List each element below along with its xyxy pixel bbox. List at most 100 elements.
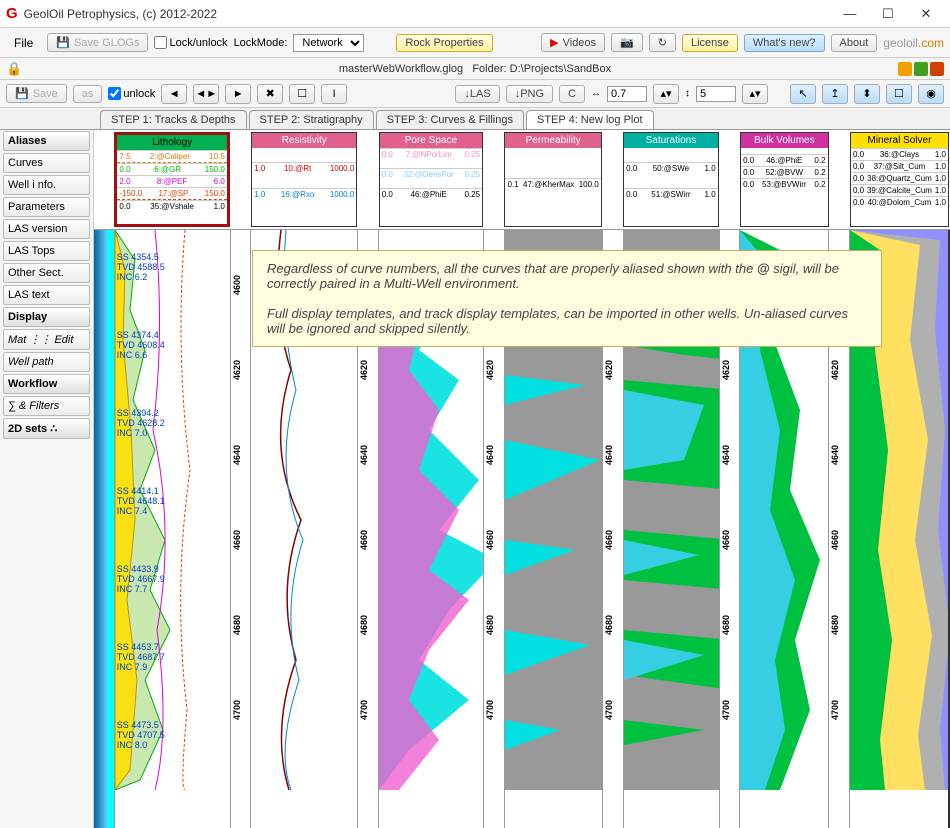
depth-label: 4700 [232,700,242,720]
depth-label: 4700 [721,700,731,720]
sidebar-wellinfo[interactable]: Well i nfo. [3,175,90,195]
track-head-lithology[interactable]: Lithology 7.52:@Caliper10.5 0.06:@GR150.… [114,132,229,227]
rock-properties-button[interactable]: Rock Properties [396,34,492,52]
depth-label: 4640 [721,445,731,465]
depth-label: 4680 [485,615,495,635]
save-as-button[interactable]: as [73,85,103,103]
vscale-spin[interactable]: ▴▾ [742,84,768,104]
arrow-leftright-button[interactable]: ◄► [193,84,219,104]
about-button[interactable]: About [831,34,878,52]
sidebar-parameters[interactable]: Parameters [3,197,90,217]
depth-label: 4660 [721,530,731,550]
track-head-permeability[interactable]: Permeability 0.147:@KherMax100.0 [504,132,601,227]
track-head-mineralsolver[interactable]: Mineral Solver 0.036:@Clays1.0 0.037:@Si… [850,132,949,227]
vscale-input[interactable] [696,86,736,102]
close-icon[interactable] [930,62,944,76]
min-icon[interactable] [898,62,912,76]
window-icons[interactable] [898,62,944,76]
depth-label: 4700 [359,700,369,720]
lockunlock-checkbox[interactable]: Lock/unlock [154,36,227,49]
folder-path: D:\Projects\SandBox [510,63,612,75]
unlock-checkbox[interactable]: unlock [108,87,155,100]
depth-label: 4600 [232,275,242,295]
sidebar-othersect[interactable]: Other Sect. [3,263,90,283]
export-png-button[interactable]: ↓PNG [506,85,553,103]
track-head-resistivity[interactable]: Resistivity 1.010:@Rt1000.0 1.016:@Rxo10… [251,132,357,227]
track-head-bulkvolumes[interactable]: Bulk Volumes 0.046:@PhiE0.2 0.052:@BVW0.… [740,132,828,227]
app-logo-icon: G [6,5,18,22]
filename: masterWebWorkflow.glog [339,63,463,75]
sidebar-matedit[interactable]: Mat ⋮⋮ Edit [3,329,90,350]
sidebar-lastext[interactable]: LAS text [3,285,90,305]
well-marker: SS 4374.4TVD 4608.4INC 6.6 [117,330,165,360]
sidebar-2dsets[interactable]: 2D sets ∴ [3,418,90,439]
track-head-porespace[interactable]: Pore Space 0.07:@NPorLim0.25 0.032:@Dens… [379,132,483,227]
well-marker: SS 4414.1TVD 4648.1INC 7.4 [117,486,165,516]
lock-icon[interactable]: 🔒 [6,61,22,77]
depth-axis-1: 460046204640466046804700 [231,230,251,828]
depth-label: 4660 [485,530,495,550]
sidebar-wellpath[interactable]: Well path [3,352,90,372]
file-menu[interactable]: File [6,33,41,53]
arrow-right-button[interactable]: ► [225,84,251,104]
minimize-button[interactable]: — [832,3,868,25]
tab-step1[interactable]: STEP 1: Tracks & Depths [100,110,247,129]
well-marker: SS 4394.2TVD 4628.2INC 7.0 [117,408,165,438]
tool-b-button[interactable]: ↥ [822,84,848,104]
sidebar-lasversion[interactable]: LAS version [3,219,90,239]
maximize-button[interactable]: ☐ [870,3,906,25]
max-icon[interactable] [914,62,928,76]
sidebar: Aliases Curves Well i nfo. Parameters LA… [0,130,94,828]
depth-label: 4620 [232,360,242,380]
tab-step3[interactable]: STEP 3: Curves & Fillings [376,110,524,129]
depth-label: 4620 [604,360,614,380]
depth-label: 4640 [232,445,242,465]
depth-label: 4660 [359,530,369,550]
sidebar-workflow[interactable]: Workflow [3,374,90,394]
refresh-button[interactable]: ↻ [649,33,676,52]
whatsnew-button[interactable]: What's new? [744,34,825,52]
arrow-left-button[interactable]: ◄ [161,84,187,104]
depth-label: 4680 [359,615,369,635]
track-lithology[interactable]: SS 4354.5TVD 4588.5INC 6.2 SS 4374.4TVD 4… [114,230,231,828]
depth-label: 4620 [830,360,840,380]
sidebar-lastops[interactable]: LAS Tops [3,241,90,261]
hscale-spin[interactable]: ▴▾ [653,84,679,104]
depth-strip-left [94,230,107,828]
depth-label: 4620 [721,360,731,380]
export-las-button[interactable]: ↓LAS [455,85,499,103]
track-head-saturations[interactable]: Saturations 0.050:@SWe1.0 0.051:@SWirr1.… [623,132,719,227]
select-curve-button[interactable]: I [321,84,347,104]
tab-step4[interactable]: STEP 4: New log Plot [526,110,654,129]
save-button[interactable]: 💾 Save [6,84,67,103]
camera-button[interactable]: 📷 [611,33,643,52]
depth-label: 4660 [604,530,614,550]
tool-c-button[interactable]: ⬍ [854,84,880,104]
save-glogs-button[interactable]: 💾 Save GLOGs [47,33,148,52]
depth-label: 4700 [604,700,614,720]
lockmode-select[interactable]: Network [293,34,364,52]
delete-track-button[interactable]: ✖ [257,84,283,104]
tool-e-button[interactable]: ◉ [918,84,944,104]
sidebar-curves[interactable]: Curves [3,153,90,173]
well-marker: SS 4354.5TVD 4588.5INC 6.2 [117,252,165,282]
c-button[interactable]: C [559,85,585,103]
sidebar-aliases[interactable]: Aliases [3,131,90,151]
tool-d-button[interactable]: ☐ [886,84,912,104]
videos-button[interactable]: ▶ Videos [541,33,605,52]
step-tabs: STEP 1: Tracks & Depths STEP 2: Stratigr… [0,108,950,130]
sidebar-filters[interactable]: ∑ & Filters [3,396,90,416]
info-callout: Regardless of curve numbers, all the cur… [252,250,882,347]
tab-step2[interactable]: STEP 2: Stratigraphy [249,110,374,129]
close-button[interactable]: ✕ [908,3,944,25]
depth-label: 4620 [485,360,495,380]
secondary-toolbar: 💾 Save as unlock ◄ ◄► ► ✖ ☐ I ↓LAS ↓PNG … [0,80,950,108]
hscale-input[interactable] [607,86,647,102]
depth-label: 4700 [485,700,495,720]
sidebar-display[interactable]: Display [3,307,90,327]
hide-track-button[interactable]: ☐ [289,84,315,104]
brand-link[interactable]: geoloil.com [883,36,944,50]
menu-bar: File 💾 Save GLOGs Lock/unlock LockMode: … [0,28,950,58]
tool-a-button[interactable]: ↖ [790,84,816,104]
license-button[interactable]: License [682,34,738,52]
